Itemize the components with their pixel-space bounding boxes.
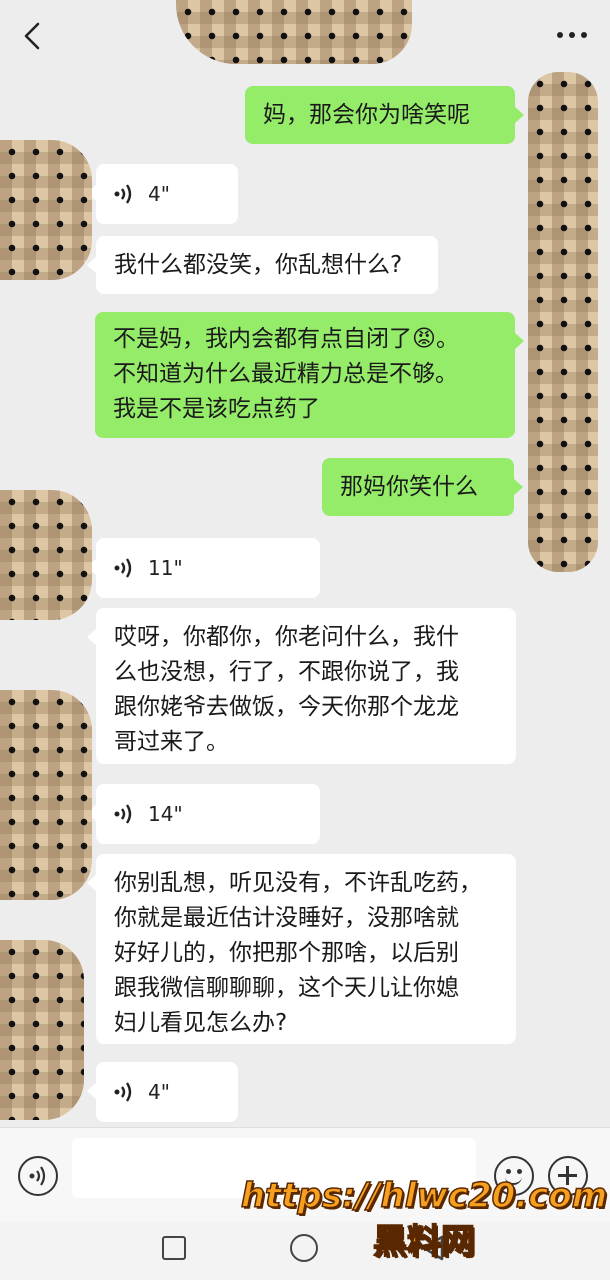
message-line: 妇儿看见怎么办? bbox=[114, 1010, 288, 1036]
message-line: 跟我微信聊聊聊，这个天儿让你媳 bbox=[114, 975, 459, 1001]
censor-mosaic-right-avatar bbox=[528, 72, 598, 572]
censor-mosaic-left-avatar bbox=[0, 690, 92, 900]
message-line: 哎呀，你都你，你老问什么，我什 bbox=[114, 624, 459, 650]
message-line: 不是妈，我内会都有点自闭了😡。 bbox=[113, 326, 459, 352]
voice-message[interactable]: 11" bbox=[87, 538, 320, 598]
voice-message[interactable]: 4" bbox=[87, 164, 238, 224]
voice-wave-icon bbox=[114, 1082, 132, 1102]
message-outgoing[interactable]: 不是妈，我内会都有点自闭了😡。 不知道为什么最近精力总是不够。 我是不是该吃点药… bbox=[95, 312, 524, 438]
message-outgoing[interactable]: 那妈你笑什么 bbox=[322, 458, 523, 516]
voice-message[interactable]: 4" bbox=[87, 1062, 238, 1122]
message-text: 那妈你笑什么 bbox=[340, 474, 478, 500]
nav-back-button[interactable] bbox=[420, 1234, 446, 1262]
ellipsis-icon bbox=[557, 32, 587, 38]
voice-wave-icon bbox=[114, 804, 132, 824]
system-nav-bar bbox=[0, 1222, 610, 1280]
voice-duration: 4" bbox=[148, 181, 170, 206]
recent-apps-button[interactable] bbox=[162, 1236, 186, 1260]
voice-wave-icon bbox=[114, 184, 132, 204]
message-text: 我什么都没笑，你乱想什么? bbox=[114, 252, 403, 278]
more-options-button[interactable] bbox=[552, 22, 592, 48]
message-line: 不知道为什么最近精力总是不够。 bbox=[113, 361, 458, 387]
message-outgoing[interactable]: 妈，那会你为啥笑呢 bbox=[245, 86, 524, 144]
message-line: 跟你姥爷去做饭，今天你那个龙龙 bbox=[114, 694, 459, 720]
message-line: 我是不是该吃点药了 bbox=[113, 396, 320, 422]
message-input[interactable] bbox=[72, 1138, 476, 1198]
emoji-icon bbox=[505, 1175, 522, 1185]
voice-duration: 11" bbox=[148, 555, 183, 580]
message-incoming[interactable]: 哎呀，你都你，你老问什么，我什 么也没想，行了，不跟你说了，我 跟你姥爷去做饭，… bbox=[87, 608, 516, 764]
message-incoming[interactable]: 你别乱想，听见没有，不许乱吃药， 你就是最近估计没睡好，没那啥就 好好儿的，你把… bbox=[87, 854, 516, 1044]
voice-mode-icon bbox=[29, 1166, 46, 1186]
message-line: 么也没想，行了，不跟你说了，我 bbox=[114, 659, 459, 685]
message-line: 哥过来了。 bbox=[114, 729, 229, 755]
message-line: 你别乱想，听见没有，不许乱吃药， bbox=[114, 870, 482, 896]
censor-mosaic-left-avatar bbox=[0, 140, 92, 280]
back-button[interactable] bbox=[14, 14, 50, 58]
censor-mosaic-left-avatar bbox=[0, 490, 92, 620]
voice-message[interactable]: 14" bbox=[87, 784, 320, 844]
message-line: 你就是最近估计没睡好，没那啥就 bbox=[114, 905, 459, 931]
voice-duration: 14" bbox=[148, 801, 183, 826]
chevron-left-icon bbox=[24, 22, 40, 50]
censor-mosaic-title bbox=[176, 0, 412, 64]
home-button[interactable] bbox=[290, 1234, 318, 1262]
message-text: 妈，那会你为啥笑呢 bbox=[263, 102, 470, 128]
message-incoming[interactable]: 我什么都没笑，你乱想什么? bbox=[87, 236, 438, 294]
voice-duration: 4" bbox=[148, 1079, 170, 1104]
input-bar bbox=[0, 1127, 610, 1222]
plus-button[interactable] bbox=[548, 1156, 588, 1196]
voice-wave-icon bbox=[114, 558, 132, 578]
censor-mosaic-left-avatar bbox=[0, 940, 84, 1120]
emoji-button[interactable] bbox=[494, 1156, 534, 1196]
message-line: 好好儿的，你把那个那啥，以后别 bbox=[114, 940, 459, 966]
voice-mode-button[interactable] bbox=[18, 1156, 58, 1196]
